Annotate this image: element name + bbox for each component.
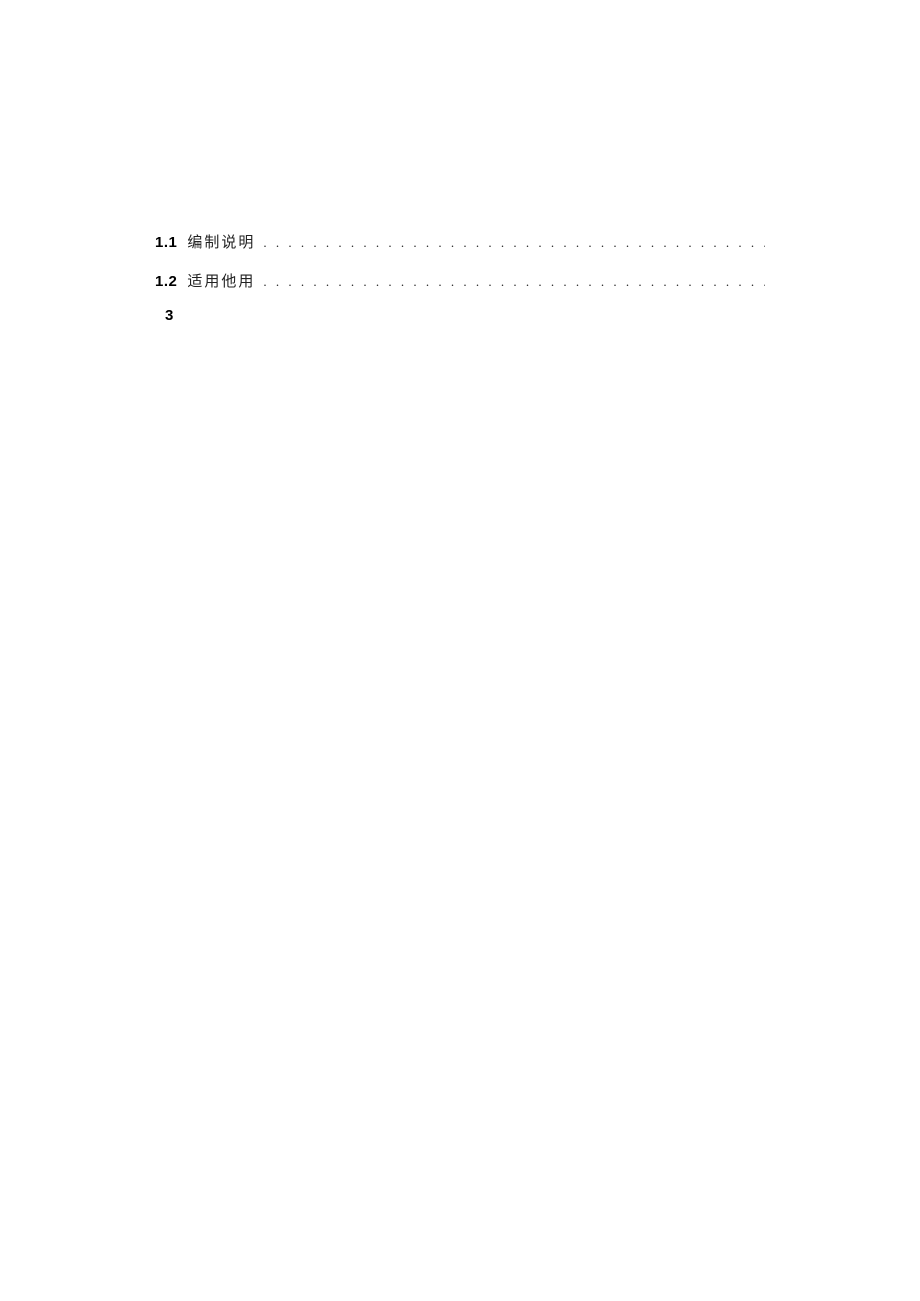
toc-entry: 1.1 编制说明 . . . . . . . . . . . . . . . .… [155, 230, 765, 257]
toc-entry-title: 编制说明 [187, 231, 255, 257]
toc-entry-number: 1.1 [155, 230, 177, 256]
toc-leader-dots: . . . . . . . . . . . . . . . . . . . . … [263, 232, 765, 255]
toc-entry-number: 1.2 [155, 269, 177, 295]
toc-leader-dots: . . . . . . . . . . . . . . . . . . . . … [263, 271, 765, 294]
table-of-contents: 1.1 编制说明 . . . . . . . . . . . . . . . .… [155, 230, 765, 324]
toc-entry-title: 适用他用 [187, 270, 255, 296]
toc-entry: 1.2 适用他用 . . . . . . . . . . . . . . . .… [155, 269, 765, 296]
page-number: 3 [155, 307, 765, 324]
